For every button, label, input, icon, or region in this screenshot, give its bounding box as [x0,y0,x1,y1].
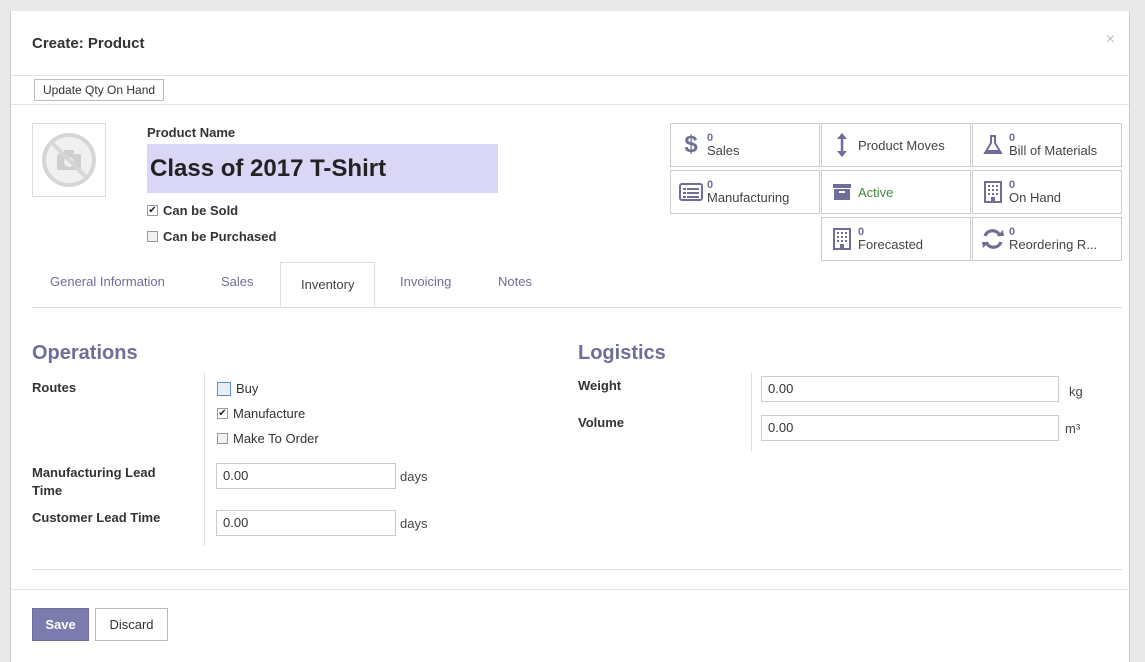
product-name-input[interactable]: Class of 2017 T-Shirt [147,144,498,193]
divider [32,569,1122,570]
tab-inventory[interactable]: Inventory [280,262,376,307]
customer-lead-unit: days [400,516,428,531]
active-label: Active [858,184,894,200]
operations-heading: Operations [32,342,138,364]
can-be-purchased-label: Can be Purchased [163,229,277,244]
camera-off-icon [42,133,96,187]
route-make-to-order[interactable]: Make To Order [217,431,319,446]
manufacturing-lead-time-label: Manufacturing Lead Time [32,464,156,500]
close-icon[interactable]: × [1106,31,1115,49]
reordering-label: Reordering R... [1009,237,1098,252]
bom-label: Bill of Materials [1009,143,1098,158]
form-statusbar: Update Qty On Hand [11,76,1129,105]
archive-icon [826,183,858,201]
create-product-dialog: Create: Product × Update Qty On Hand Pro… [10,11,1130,662]
volume-unit: m³ [1065,421,1081,436]
logistics-heading: Logistics [578,342,666,364]
field-separator [204,373,205,546]
route-manufacture-label: Manufacture [233,406,306,421]
route-make-to-order-label: Make To Order [233,431,319,446]
weight-unit: kg [1069,384,1083,399]
can-be-purchased-checkbox[interactable]: Can be Purchased [147,229,276,244]
list-icon [675,183,707,201]
smart-button-forecasted[interactable]: 0 Forecasted [821,217,971,261]
tab-sales[interactable]: Sales [221,274,254,289]
smart-button-bill-of-materials[interactable]: 0 Bill of Materials [972,123,1122,167]
tab-invoicing[interactable]: Invoicing [400,274,451,289]
checkbox-unchecked-icon[interactable] [147,231,158,242]
mfg-lead-unit: days [400,469,428,484]
on-hand-label: On Hand [1009,190,1062,205]
building-icon [977,181,1009,203]
dollar-icon: $ [684,131,698,158]
product-name-label: Product Name [147,125,236,140]
mfg-lead-label-line1: Manufacturing Lead [32,465,156,480]
tab-general-information[interactable]: General Information [50,274,165,289]
smart-button-product-moves[interactable]: Product Moves [821,123,971,167]
refresh-icon [977,228,1009,250]
weight-input[interactable]: 0.00 [761,376,1059,402]
checkbox-checked-icon[interactable]: ✔ [217,408,228,419]
product-moves-label: Product Moves [858,137,945,153]
can-be-sold-checkbox[interactable]: ✔ Can be Sold [147,203,238,218]
checkbox-unchecked-icon[interactable] [217,433,228,444]
can-be-sold-label: Can be Sold [163,203,239,218]
checkbox-unchecked-icon[interactable] [217,381,231,396]
customer-lead-time-input[interactable]: 0.00 [216,510,396,536]
save-button[interactable]: Save [32,608,89,641]
route-buy[interactable]: Buy [217,381,258,396]
discard-button[interactable]: Discard [95,608,168,641]
routes-label: Routes [32,380,77,395]
smart-button-sales[interactable]: $ 0 Sales [670,123,820,167]
forecasted-label: Forecasted [858,237,924,252]
volume-input[interactable]: 0.00 [761,415,1059,441]
volume-label: Volume [578,415,624,430]
manufacturing-label: Manufacturing [707,190,790,205]
manufacturing-lead-time-input[interactable]: 0.00 [216,463,396,489]
flask-icon [977,134,1009,156]
tab-notes[interactable]: Notes [498,274,532,289]
smart-button-reordering-rules[interactable]: 0 Reordering R... [972,217,1122,261]
dialog-title: Create: Product [32,35,145,52]
smart-buttons: $ 0 Sales Product Moves 0 Bill of Material… [670,123,1122,261]
route-manufacture[interactable]: ✔ Manufacture [217,406,305,421]
field-separator [751,373,752,451]
building-icon [826,228,858,250]
divider [11,589,1129,590]
smart-button-on-hand[interactable]: 0 On Hand [972,170,1122,214]
route-buy-label: Buy [236,381,259,396]
arrows-vertical-icon [826,132,858,158]
product-image[interactable] [32,123,106,197]
smart-button-active[interactable]: Active [821,170,971,214]
dialog-header: Create: Product × [11,11,1129,76]
sales-label: Sales [707,143,740,158]
customer-lead-time-label: Customer Lead Time [32,510,161,525]
weight-label: Weight [578,378,622,393]
checkbox-checked-icon[interactable]: ✔ [147,205,158,216]
smart-button-manufacturing[interactable]: 0 Manufacturing [670,170,820,214]
mfg-lead-label-line2: Time [32,483,63,498]
form-tabs: General Information Sales Inventory Invo… [32,262,1122,308]
update-qty-on-hand-button[interactable]: Update Qty On Hand [34,79,165,101]
